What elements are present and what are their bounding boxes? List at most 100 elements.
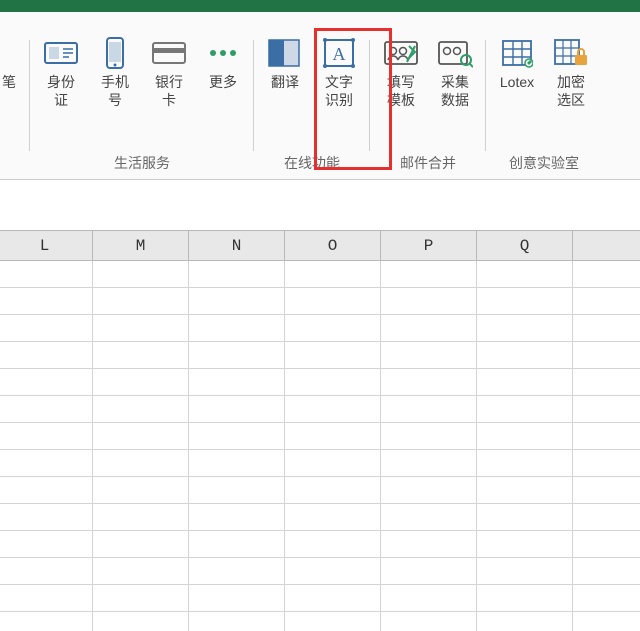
bank-card-button[interactable]: 银行 卡 [144,30,194,149]
cell[interactable] [189,288,285,315]
cell[interactable] [573,558,640,585]
cell[interactable] [477,288,573,315]
cell[interactable] [573,477,640,504]
cell[interactable] [189,450,285,477]
cell[interactable] [285,396,381,423]
column-header[interactable]: Q [477,231,573,261]
cell[interactable] [0,531,93,558]
cell[interactable] [381,423,477,450]
spreadsheet-grid[interactable]: KLMNOPQ [0,180,640,631]
cell[interactable] [573,585,640,612]
cell[interactable] [381,369,477,396]
column-header[interactable]: N [189,231,285,261]
cell[interactable] [0,396,93,423]
cell[interactable] [477,261,573,288]
cell[interactable] [381,396,477,423]
cell[interactable] [285,612,381,631]
cell[interactable] [93,315,189,342]
cell[interactable] [477,612,573,631]
encrypt-selection-button[interactable]: 加密 选区 [546,30,596,149]
cell[interactable] [93,396,189,423]
cell[interactable] [477,585,573,612]
sheet-table[interactable]: KLMNOPQ [0,230,640,631]
pen-button[interactable]: 笔 [0,30,24,169]
cell[interactable] [477,315,573,342]
fill-template-button[interactable]: 填写 模板 [376,30,426,149]
cell[interactable] [573,450,640,477]
cell[interactable] [477,342,573,369]
cell[interactable] [381,315,477,342]
cell[interactable] [189,369,285,396]
cell[interactable] [0,369,93,396]
cell[interactable] [93,450,189,477]
cell[interactable] [573,369,640,396]
id-card-button[interactable]: 身份 证 [36,30,86,149]
cell[interactable] [573,612,640,631]
cell[interactable] [477,396,573,423]
cell[interactable] [573,342,640,369]
cell[interactable] [189,342,285,369]
cell[interactable] [285,585,381,612]
cell[interactable] [573,423,640,450]
cell[interactable] [93,585,189,612]
cell[interactable] [285,450,381,477]
cell[interactable] [381,477,477,504]
cell[interactable] [0,585,93,612]
cell[interactable] [189,612,285,631]
cell[interactable] [477,423,573,450]
ocr-button[interactable]: A 文字 识别 [314,30,364,149]
cell[interactable] [93,288,189,315]
cell[interactable] [381,450,477,477]
cell[interactable] [189,504,285,531]
cell[interactable] [189,531,285,558]
cell[interactable] [285,423,381,450]
cell[interactable] [0,423,93,450]
cell[interactable] [0,261,93,288]
cell[interactable] [573,396,640,423]
more-button[interactable]: 更多 [198,30,248,149]
cell[interactable] [573,315,640,342]
cell[interactable] [381,288,477,315]
cell[interactable] [0,558,93,585]
cell[interactable] [381,531,477,558]
cell[interactable] [0,450,93,477]
column-header[interactable]: M [93,231,189,261]
cell[interactable] [189,315,285,342]
cell[interactable] [0,612,93,631]
cell[interactable] [285,288,381,315]
cell[interactable] [93,423,189,450]
cell[interactable] [573,288,640,315]
translate-button[interactable]: 翻译 [260,30,310,149]
cell[interactable] [381,558,477,585]
cell[interactable] [93,369,189,396]
cell[interactable] [93,342,189,369]
cell[interactable] [285,504,381,531]
cell[interactable] [381,612,477,631]
cell[interactable] [381,504,477,531]
column-header[interactable]: P [381,231,477,261]
cell[interactable] [189,396,285,423]
cell[interactable] [477,558,573,585]
cell[interactable] [477,369,573,396]
cell[interactable] [189,558,285,585]
lotex-button[interactable]: Lotex [492,30,542,149]
cell[interactable] [189,423,285,450]
cell[interactable] [381,342,477,369]
cell[interactable] [189,477,285,504]
cell[interactable] [93,612,189,631]
cell[interactable] [381,585,477,612]
cell[interactable] [93,558,189,585]
cell[interactable] [381,261,477,288]
cell[interactable] [477,477,573,504]
cell[interactable] [285,315,381,342]
phone-button[interactable]: 手机 号 [90,30,140,149]
cell[interactable] [0,315,93,342]
cell[interactable] [0,477,93,504]
cell[interactable] [93,504,189,531]
cell[interactable] [93,261,189,288]
cell[interactable] [285,369,381,396]
collect-data-button[interactable]: 采集 数据 [430,30,480,149]
cell[interactable] [477,531,573,558]
cell[interactable] [285,261,381,288]
cell[interactable] [285,477,381,504]
